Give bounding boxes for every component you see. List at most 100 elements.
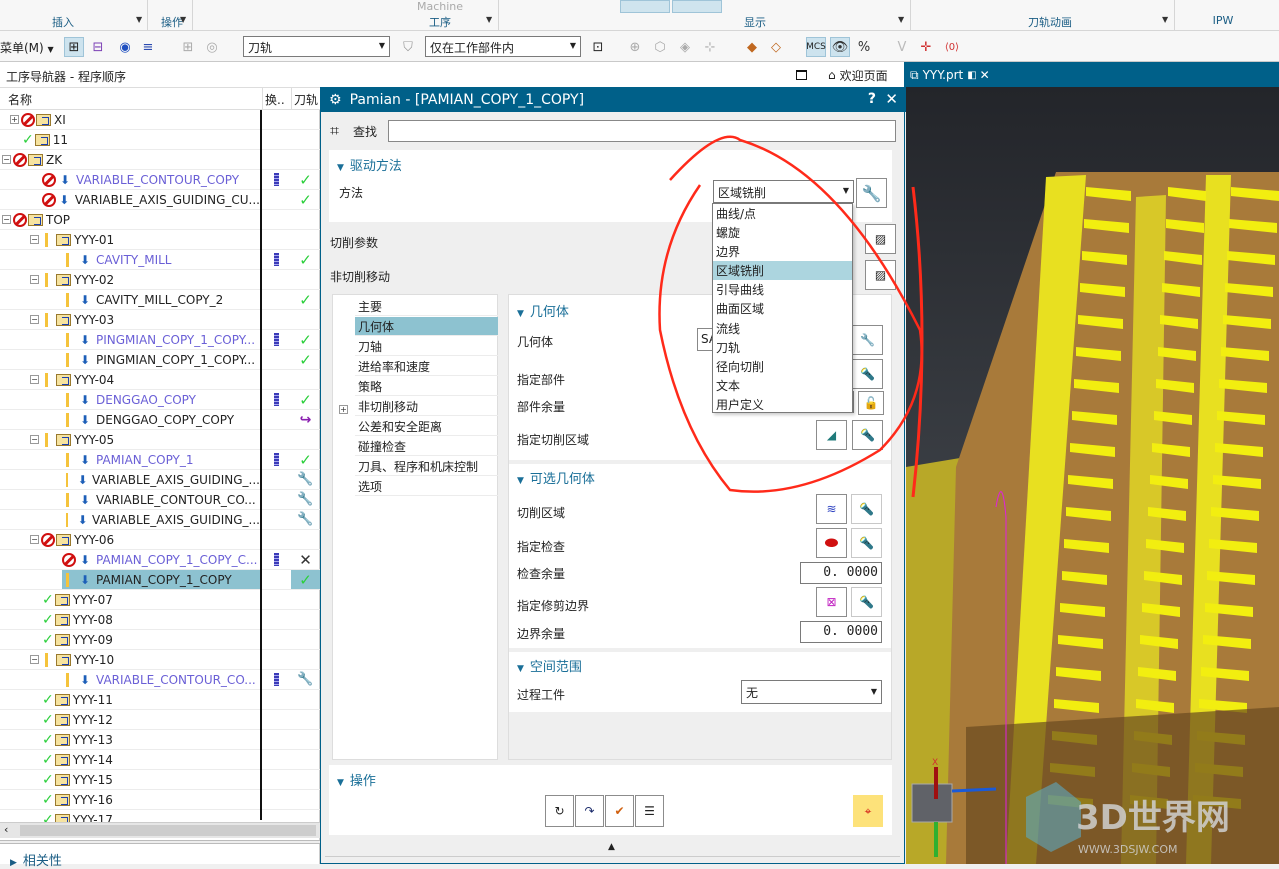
- operation-row[interactable]: ⬇ VARIABLE_CONTOUR_COPY ✓: [0, 170, 320, 190]
- cut-params-button[interactable]: ▨: [865, 224, 896, 254]
- generate-button[interactable]: ↻: [545, 795, 574, 827]
- chevron-down-icon[interactable]: ▼: [1162, 15, 1168, 24]
- operation-row[interactable]: ⬇ DENGGAO_COPY ✓: [0, 390, 320, 410]
- specify-check-button[interactable]: ⬬: [816, 528, 847, 558]
- operation-row[interactable]: ⬇ CAVITY_MILL ✓: [0, 250, 320, 270]
- lock-button[interactable]: 🔓: [858, 391, 884, 415]
- ribbon-group-process[interactable]: 工序: [340, 14, 540, 30]
- tree-icon[interactable]: ⊞: [178, 37, 198, 57]
- collapse-icon[interactable]: −: [2, 155, 11, 164]
- program-group-row[interactable]: − YYY-04: [0, 370, 320, 390]
- column-toolpath[interactable]: 刀轨: [291, 88, 320, 110]
- collapse-icon[interactable]: −: [30, 655, 39, 664]
- list-button[interactable]: ☰: [635, 795, 664, 827]
- display-cut-area-optional-button[interactable]: 🔦: [851, 494, 882, 524]
- operation-row[interactable]: ⬇ PAMIAN_COPY_1_COPY_C... ✕: [0, 550, 320, 570]
- menu-button[interactable]: 菜单(M) ▼: [0, 39, 54, 56]
- locate-toolpath-button[interactable]: ⌖: [853, 795, 883, 827]
- tree-item[interactable]: 碰撞检查: [355, 437, 498, 456]
- program-group-row[interactable]: − YYY-01: [0, 230, 320, 250]
- scroll-left-icon[interactable]: ‹: [4, 823, 8, 836]
- program-group-row[interactable]: ✓ YYY-14: [0, 750, 320, 770]
- display-button[interactable]: [672, 0, 722, 13]
- program-group-row[interactable]: − ZK: [0, 150, 320, 170]
- ribbon-group-ipw[interactable]: IPW: [1200, 14, 1246, 27]
- method-option[interactable]: 曲线/点: [713, 204, 852, 223]
- edit-geometry-button[interactable]: 🔧: [852, 325, 883, 355]
- noncut-button[interactable]: ▨: [865, 260, 896, 290]
- type-filter-select[interactable]: 刀轨 ▼: [243, 36, 390, 57]
- chevron-down-icon[interactable]: ▼: [898, 15, 904, 24]
- object-icon[interactable]: ◎: [202, 37, 222, 57]
- column-tool-change[interactable]: 换..: [262, 88, 291, 110]
- tab-welcome[interactable]: ⌂ 欢迎页面: [822, 62, 904, 88]
- wcs-display-icon[interactable]: 👁: [830, 37, 850, 57]
- method-option[interactable]: 引导曲线: [713, 280, 852, 299]
- operation-row[interactable]: ⬇ PAMIAN_COPY_1_COPY ✓: [0, 570, 320, 590]
- program-group-row[interactable]: ✓ YYY-12: [0, 710, 320, 730]
- chevron-down-icon[interactable]: ▼: [136, 15, 142, 24]
- tree-item[interactable]: 策略: [355, 377, 498, 396]
- actions-header[interactable]: ▼ 操作: [337, 770, 376, 789]
- method-option[interactable]: 流线: [713, 319, 852, 338]
- program-order-view-icon[interactable]: ⊞: [64, 37, 84, 57]
- program-group-row[interactable]: − YYY-06: [0, 530, 320, 550]
- tree-item[interactable]: 进给率和速度: [355, 357, 498, 376]
- horizontal-scrollbar[interactable]: ‹: [0, 822, 320, 838]
- program-group-row[interactable]: ✓ YYY-11: [0, 690, 320, 710]
- method-option[interactable]: 区域铣削: [713, 261, 852, 281]
- point-snap-icon[interactable]: ⊹: [700, 37, 720, 57]
- method-option[interactable]: 用户定义: [713, 395, 852, 414]
- ribbon-group-display[interactable]: 显示: [700, 14, 810, 30]
- operation-row[interactable]: ⬇ DENGGAO_COPY_COPY ↪: [0, 410, 320, 430]
- method-option[interactable]: 刀轨: [713, 338, 852, 357]
- machine-tool-view-icon[interactable]: ⊟: [88, 37, 108, 57]
- operation-row[interactable]: ⬇ PINGMIAN_COPY_1_COPY... ✓: [0, 350, 320, 370]
- splitter[interactable]: [0, 840, 320, 844]
- ribbon-group-toolpath-animation[interactable]: 刀轨动画: [960, 14, 1140, 30]
- geometry-view-icon[interactable]: ◉: [115, 37, 135, 57]
- close-icon[interactable]: ✕: [980, 68, 990, 82]
- program-group-row[interactable]: − YYY-05: [0, 430, 320, 450]
- optional-geometry-header[interactable]: ▼ 可选几何体: [517, 468, 595, 487]
- verify-button[interactable]: ✔: [605, 795, 634, 827]
- operation-row[interactable]: ⬇ PINGMIAN_COPY_1_COPY... ✓: [0, 330, 320, 350]
- selection-filter-icon[interactable]: ⊡: [588, 37, 608, 57]
- space-range-header[interactable]: ▼ 空间范围: [517, 656, 582, 675]
- program-group-row[interactable]: − TOP: [0, 210, 320, 230]
- specify-trim-button[interactable]: ⊠: [816, 587, 847, 617]
- graphics-viewport[interactable]: X 3D世界网 WWW.3DSJW.COM: [906, 87, 1279, 864]
- operation-row[interactable]: ⬇ VARIABLE_AXIS_GUIDING_CU... ✓: [0, 190, 320, 210]
- check-stock-input[interactable]: 0. 0000: [800, 562, 882, 584]
- collapse-icon[interactable]: −: [30, 235, 39, 244]
- operation-row[interactable]: ⬇ VARIABLE_CONTOUR_CO... 🔧: [0, 670, 320, 690]
- verify-icon[interactable]: V: [892, 37, 912, 57]
- tree-item[interactable]: 主要: [355, 297, 498, 316]
- operation-row[interactable]: ⬇ CAVITY_MILL_COPY_2 ✓: [0, 290, 320, 310]
- tab-yyy-prt[interactable]: ⧉ YYY.prt ◧ ✕: [904, 62, 996, 88]
- program-group-row[interactable]: − YYY-03: [0, 310, 320, 330]
- hexagon-icon[interactable]: ⬡: [650, 37, 670, 57]
- display-button[interactable]: [620, 0, 670, 13]
- chevron-down-icon[interactable]: ▼: [180, 15, 186, 24]
- program-group-row[interactable]: ✓ YYY-08: [0, 610, 320, 630]
- snap-icon[interactable]: ⊕: [625, 37, 645, 57]
- edit-method-button[interactable]: 🔧: [856, 178, 887, 208]
- replay-button[interactable]: ↷: [575, 795, 604, 827]
- program-group-row[interactable]: ✓ YYY-15: [0, 770, 320, 790]
- filter-icon[interactable]: ⛉: [398, 37, 418, 57]
- display-part-button[interactable]: 🔦: [852, 359, 883, 389]
- program-group-row[interactable]: ✓ 11: [0, 130, 320, 150]
- solid-snap-icon[interactable]: ◈: [675, 37, 695, 57]
- ribbon-group-insert[interactable]: 插入: [40, 14, 86, 30]
- move-wcs-icon[interactable]: ✛: [916, 37, 936, 57]
- tree-item[interactable]: 刀轴: [355, 337, 498, 356]
- mcs-display-icon[interactable]: MCS: [806, 37, 826, 57]
- operation-row[interactable]: ⬇ VARIABLE_CONTOUR_CO... 🔧: [0, 490, 320, 510]
- cut-area-button[interactable]: ≋: [816, 494, 847, 524]
- dialog-titlebar[interactable]: ⚙ Pamian - [PAMIAN_COPY_1_COPY] ? ✕: [321, 88, 906, 112]
- collapse-icon[interactable]: −: [30, 275, 39, 284]
- tree-item[interactable]: 刀具、程序和机床控制: [355, 457, 498, 476]
- display-check-button[interactable]: 🔦: [851, 528, 882, 558]
- program-group-row[interactable]: ✓ YYY-13: [0, 730, 320, 750]
